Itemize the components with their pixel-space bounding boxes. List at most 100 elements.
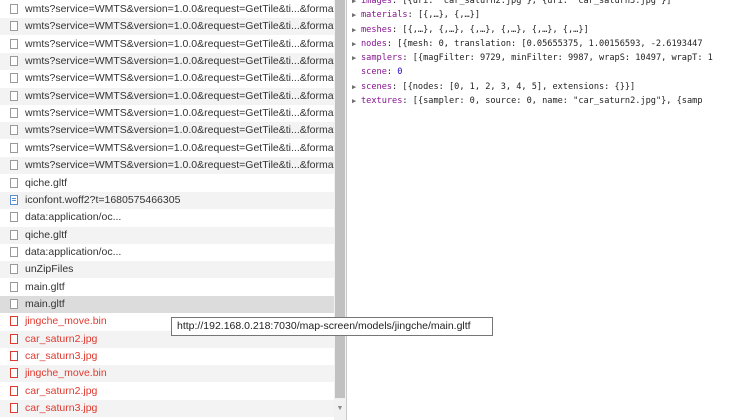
- preview-line-materials[interactable]: ▶ materials: [{,…}, {,…}]: [352, 8, 481, 22]
- file-icon: [10, 125, 18, 136]
- request-name: qiche.gltf: [25, 228, 68, 241]
- request-name: wmts?service=WMTS&version=1.0.0&request=…: [25, 141, 334, 154]
- request-name: jingche_move.bin: [25, 315, 107, 328]
- request-row[interactable]: unZipFiles: [0, 261, 334, 279]
- url-tooltip: http://192.168.0.218:7030/map-screen/mod…: [171, 317, 493, 336]
- request-name: data:application/oc...: [25, 245, 122, 258]
- request-list: wmts?service=WMTS&version=1.0.0&request=…: [0, 0, 334, 420]
- request-row[interactable]: iconfont.woff2?t=1680575466305: [0, 191, 334, 209]
- expand-triangle-icon[interactable]: ▶: [352, 94, 356, 108]
- file-icon: [10, 229, 18, 240]
- request-row[interactable]: wmts?service=WMTS&version=1.0.0&request=…: [0, 105, 334, 122]
- request-row[interactable]: car_saturn3.jpg: [0, 348, 334, 365]
- file-icon: [10, 38, 18, 49]
- preview-key: scenes: [361, 81, 393, 92]
- request-name: car_saturn3.jpg: [25, 350, 98, 362]
- request-row[interactable]: wmts?service=WMTS&version=1.0.0&request=…: [0, 36, 334, 53]
- request-row[interactable]: jingche_move.bin: [0, 365, 334, 383]
- preview-line-meshes[interactable]: ▶ meshes: [{,…}, {,…}, {,…}, {,…}, {,…}, …: [352, 23, 589, 37]
- scroll-down-arrow-icon[interactable]: ▼: [334, 402, 346, 416]
- preview-line-textures[interactable]: ▶ textures: [{sampler: 0, source: 0, name…: [352, 94, 703, 108]
- request-row[interactable]: data:application/oc...: [0, 209, 334, 226]
- request-name: main.gltf: [25, 297, 65, 310]
- preview-key: scene: [361, 67, 387, 78]
- request-name: wmts?service=WMTS&version=1.0.0&request=…: [25, 89, 334, 102]
- request-name: wmts?service=WMTS&version=1.0.0&request=…: [25, 107, 334, 120]
- request-name: data:application/oc...: [25, 211, 122, 224]
- preview-value: [{mesh: 0, translation: [0.05655375, 1.0…: [397, 38, 703, 49]
- preview-line-scene: scene: 0: [361, 65, 402, 79]
- request-row[interactable]: wmts?service=WMTS&version=1.0.0&request=…: [0, 18, 334, 36]
- request-row[interactable]: car_saturn2.jpg: [0, 383, 334, 400]
- expand-triangle-icon[interactable]: ▶: [352, 51, 356, 65]
- preview-line-samplers[interactable]: ▶ samplers: [{magFilter: 9729, minFilter:…: [352, 51, 713, 65]
- file-icon: [10, 21, 18, 32]
- request-name: wmts?service=WMTS&version=1.0.0&request=…: [25, 20, 334, 33]
- file-icon: [10, 90, 18, 101]
- preview-key: samplers: [361, 53, 403, 63]
- file-icon: [10, 333, 18, 344]
- preview-panel: ▶ images: [{uri: "car_saturn2.jpg"}, {uri…: [347, 0, 736, 420]
- request-row[interactable]: wmts?service=WMTS&version=1.0.0&request=…: [0, 87, 334, 105]
- file-icon: [10, 403, 18, 414]
- preview-value: [{,…}, {,…}]: [417, 10, 481, 21]
- file-icon: [10, 142, 18, 153]
- request-name: iconfont.woff2?t=1680575466305: [25, 193, 181, 206]
- preview-value: [{nodes: [0, 1, 2, 3, 4, 5], extensions:…: [402, 81, 636, 92]
- request-row[interactable]: wmts?service=WMTS&version=1.0.0&request=…: [0, 1, 334, 18]
- request-name: wmts?service=WMTS&version=1.0.0&request=…: [25, 124, 334, 137]
- expand-triangle-icon[interactable]: ▶: [352, 0, 356, 8]
- request-name: wmts?service=WMTS&version=1.0.0&request=…: [25, 37, 334, 50]
- preview-separator: :: [392, 0, 403, 6]
- preview-value: [{uri: "car_saturn2.jpg"}, {uri: "car_sa…: [402, 0, 672, 6]
- request-name: wmts?service=WMTS&version=1.0.0&request=…: [25, 72, 334, 85]
- preview-value: [{sampler: 0, source: 0, name: "car_satu…: [412, 95, 703, 106]
- preview-value: 0: [397, 67, 403, 78]
- expand-triangle-icon[interactable]: ▶: [352, 8, 356, 22]
- preview-key: textures: [361, 95, 403, 106]
- scrollbar-thumb[interactable]: [335, 0, 345, 398]
- file-icon: [10, 177, 18, 188]
- expand-triangle-icon[interactable]: ▶: [352, 37, 356, 51]
- request-row[interactable]: car_saturn3.jpg: [0, 400, 334, 418]
- file-icon: [10, 264, 18, 275]
- request-row[interactable]: wmts?service=WMTS&version=1.0.0&request=…: [0, 53, 334, 71]
- request-name: wmts?service=WMTS&version=1.0.0&request=…: [25, 55, 334, 68]
- preview-value: [{magFilter: 9729, minFilter: 9987, wrap…: [412, 53, 713, 63]
- preview-value: [{,…}, {,…}, {,…}, {,…}, {,…}, {,…}]: [402, 24, 589, 35]
- request-row[interactable]: main.gltf: [0, 279, 334, 296]
- expand-triangle-icon[interactable]: ▶: [352, 80, 356, 94]
- file-icon: [10, 351, 18, 361]
- file-icon: [10, 298, 18, 309]
- request-row[interactable]: wmts?service=WMTS&version=1.0.0&request=…: [0, 122, 334, 140]
- request-name: car_saturn2.jpg: [25, 332, 98, 345]
- expand-triangle-icon[interactable]: ▶: [352, 23, 356, 37]
- request-name: qiche.gltf: [25, 176, 68, 189]
- file-icon: [10, 316, 18, 327]
- request-row[interactable]: wmts?service=WMTS&version=1.0.0&request=…: [0, 70, 334, 87]
- file-icon: [10, 368, 18, 379]
- preview-key: materials: [361, 10, 408, 21]
- request-row[interactable]: wmts?service=WMTS&version=1.0.0&request=…: [0, 140, 334, 157]
- preview-separator: :: [402, 95, 413, 106]
- request-name: wmts?service=WMTS&version=1.0.0&request=…: [25, 3, 334, 15]
- preview-key: nodes: [361, 38, 387, 49]
- file-icon: [10, 160, 18, 171]
- file-icon: [10, 212, 18, 223]
- preview-separator: :: [386, 67, 398, 78]
- preview-line-scenes[interactable]: ▶ scenes: [{nodes: [0, 1, 2, 3, 4, 5], ex…: [352, 80, 636, 94]
- preview-separator: :: [407, 10, 418, 21]
- file-icon: [10, 73, 18, 84]
- request-name: car_saturn3.jpg: [25, 402, 98, 415]
- request-row[interactable]: data:application/oc...: [0, 244, 334, 261]
- request-row[interactable]: qiche.gltf: [0, 175, 334, 192]
- request-row[interactable]: qiche.gltf: [0, 226, 334, 244]
- request-row[interactable]: main.gltf: [0, 295, 334, 313]
- request-row[interactable]: wmts?service=WMTS&version=1.0.0&request=…: [0, 157, 334, 175]
- preview-key: images: [361, 0, 393, 6]
- preview-line-nodes[interactable]: ▶ nodes: [{mesh: 0, translation: [0.05655…: [352, 37, 703, 51]
- request-name: car_saturn2.jpg: [25, 384, 98, 397]
- file-icon: [10, 385, 18, 396]
- file-icon: [10, 4, 18, 14]
- preview-line-images[interactable]: ▶ images: [{uri: "car_saturn2.jpg"}, {uri…: [352, 0, 672, 8]
